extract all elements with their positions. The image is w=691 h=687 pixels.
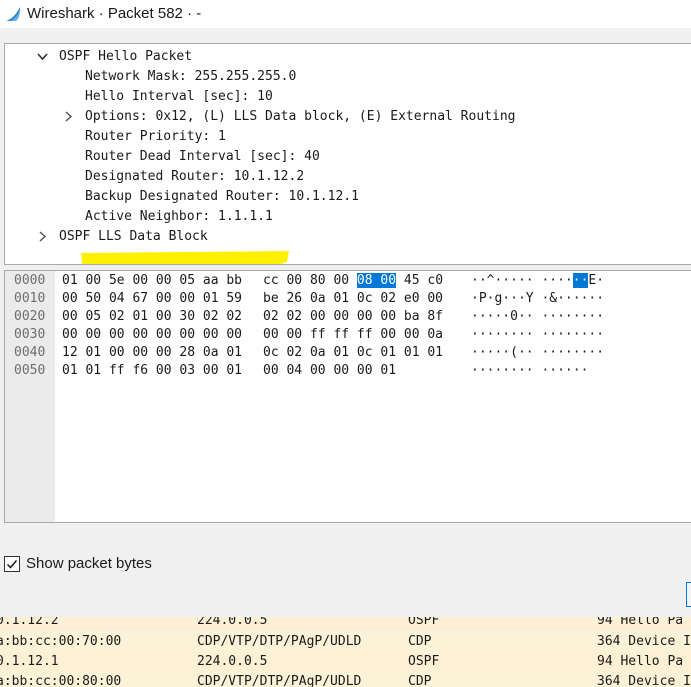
hex-offset: 0050	[14, 363, 46, 378]
hex-bytes-group-a[interactable]: 01 00 5e 00 00 05 aa bb	[62, 272, 242, 290]
tree-item-ospf-lls-data-block[interactable]: OSPF LLS Data Block	[59, 227, 208, 247]
ascii-column[interactable]: ········ ······	[471, 362, 588, 380]
wireshark-fin-icon	[5, 5, 23, 28]
hex-bytes-group-b[interactable]: be 26 0a 01 0c 02 e0 00	[263, 290, 443, 308]
chevron-right-icon[interactable]	[65, 107, 77, 127]
packet-row[interactable]: a:bb:cc:00:80:00 CDP/VTP/DTP/PAgP/UDLD C…	[0, 672, 691, 687]
ascii-column[interactable]: ·P·g···Y ·&······	[471, 290, 604, 308]
tree-item-backup-designated-router[interactable]: Backup Designated Router: 10.1.12.1	[85, 187, 359, 207]
tree-item-options[interactable]: Options: 0x12, (L) LLS Data block, (E) E…	[85, 107, 515, 127]
hex-offset: 0010	[14, 291, 46, 306]
dialog-button-partial[interactable]	[686, 582, 691, 607]
packet-destination: CDP/VTP/DTP/PAgP/UDLD	[197, 634, 362, 649]
tree-item-network-mask[interactable]: Network Mask: 255.255.255.0	[85, 67, 296, 87]
packet-info: 364 Device I	[597, 674, 691, 687]
show-packet-bytes-label[interactable]: Show packet bytes	[26, 555, 152, 572]
packet-destination: CDP/VTP/DTP/PAgP/UDLD	[197, 674, 362, 687]
packet-info: 94 Hello Pa	[597, 617, 684, 628]
tree-item-ospf-hello-packet[interactable]: OSPF Hello Packet	[59, 47, 192, 67]
chevron-right-icon[interactable]	[39, 227, 51, 247]
packet-row[interactable]: 0.1.12.2 224.0.0.5 OSPF 94 Hello Pa	[0, 617, 691, 631]
window-title: Wireshark · Packet 582 · -	[27, 5, 202, 22]
packet-protocol: CDP	[408, 634, 432, 649]
hex-bytes-group-a[interactable]: 00 05 02 01 00 30 02 02	[62, 308, 242, 326]
packet-bytes-pane[interactable]: 0000 01 00 5e 00 00 05 aa bb cc 00 80 00…	[4, 270, 691, 523]
packet-list[interactable]: 0.1.12.2 224.0.0.5 OSPF 94 Hello Pa a:bb…	[0, 617, 691, 687]
packet-protocol: OSPF	[408, 654, 440, 669]
packet-info: 364 Device I	[597, 634, 691, 649]
hex-bytes-group-b[interactable]: 02 02 00 00 00 00 ba 8f	[263, 308, 443, 326]
yellow-highlighter-mark	[81, 251, 289, 264]
hex-bytes-group-b[interactable]: 0c 02 0a 01 0c 01 01 01	[263, 344, 443, 362]
packet-protocol: OSPF	[408, 617, 440, 628]
hex-bytes-group-a[interactable]: 12 01 00 00 00 28 0a 01	[62, 344, 242, 362]
packet-protocol: CDP	[408, 674, 432, 687]
tree-item-designated-router[interactable]: Designated Router: 10.1.12.2	[85, 167, 304, 187]
hex-bytes-group-a[interactable]: 01 01 ff f6 00 03 00 01	[62, 362, 242, 380]
hex-bytes-group-a[interactable]: 00 50 04 67 00 00 01 59	[62, 290, 242, 308]
hex-bytes-group-b[interactable]: cc 00 80 00 08 00 45 c0	[263, 272, 443, 290]
chevron-down-icon[interactable]	[37, 47, 49, 67]
packet-row[interactable]: a:bb:cc:00:70:00 CDP/VTP/DTP/PAgP/UDLD C…	[0, 632, 691, 652]
selected-ascii: ··	[572, 273, 589, 288]
ascii-column[interactable]: ·····(·· ········	[471, 344, 604, 362]
hex-offset: 0000	[14, 273, 46, 288]
hex-offset: 0040	[14, 345, 46, 360]
tree-item-router-dead-interval[interactable]: Router Dead Interval [sec]: 40	[85, 147, 320, 167]
tree-item-active-neighbor[interactable]: Active Neighbor: 1.1.1.1	[85, 207, 273, 227]
packet-destination: 224.0.0.5	[197, 654, 268, 669]
hex-offset: 0030	[14, 327, 46, 342]
hex-bytes-group-b[interactable]: 00 04 00 00 00 01	[263, 362, 396, 380]
hex-bytes-group-a[interactable]: 00 00 00 00 00 00 00 00	[62, 326, 242, 344]
packet-source: a:bb:cc:00:70:00	[0, 634, 122, 649]
hex-offset: 0020	[14, 309, 46, 324]
packet-info: 94 Hello Pa	[597, 654, 684, 669]
packet-destination: 224.0.0.5	[197, 617, 268, 628]
show-packet-bytes-checkbox[interactable]	[4, 556, 20, 572]
packet-row[interactable]: 0.1.12.1 224.0.0.5 OSPF 94 Hello Pa	[0, 652, 691, 672]
tree-item-hello-interval[interactable]: Hello Interval [sec]: 10	[85, 87, 273, 107]
title-bar: Wireshark · Packet 582 · -	[0, 0, 691, 28]
checkmark-icon	[6, 560, 18, 569]
packet-details-tree[interactable]: OSPF Hello Packet Network Mask: 255.255.…	[4, 43, 691, 265]
packet-source: 0.1.12.2	[0, 617, 59, 628]
tree-item-router-priority[interactable]: Router Priority: 1	[85, 127, 226, 147]
hex-bytes-group-b[interactable]: 00 00 ff ff ff 00 00 0a	[263, 326, 443, 344]
packet-source: a:bb:cc:00:80:00	[0, 674, 122, 687]
ascii-column[interactable]: ········ ········	[471, 326, 604, 344]
selected-bytes: 08 00	[356, 273, 397, 288]
ascii-column[interactable]: ··^····· ······E·	[471, 272, 604, 290]
ascii-column[interactable]: ·····0·· ········	[471, 308, 604, 326]
packet-source: 0.1.12.1	[0, 654, 59, 669]
